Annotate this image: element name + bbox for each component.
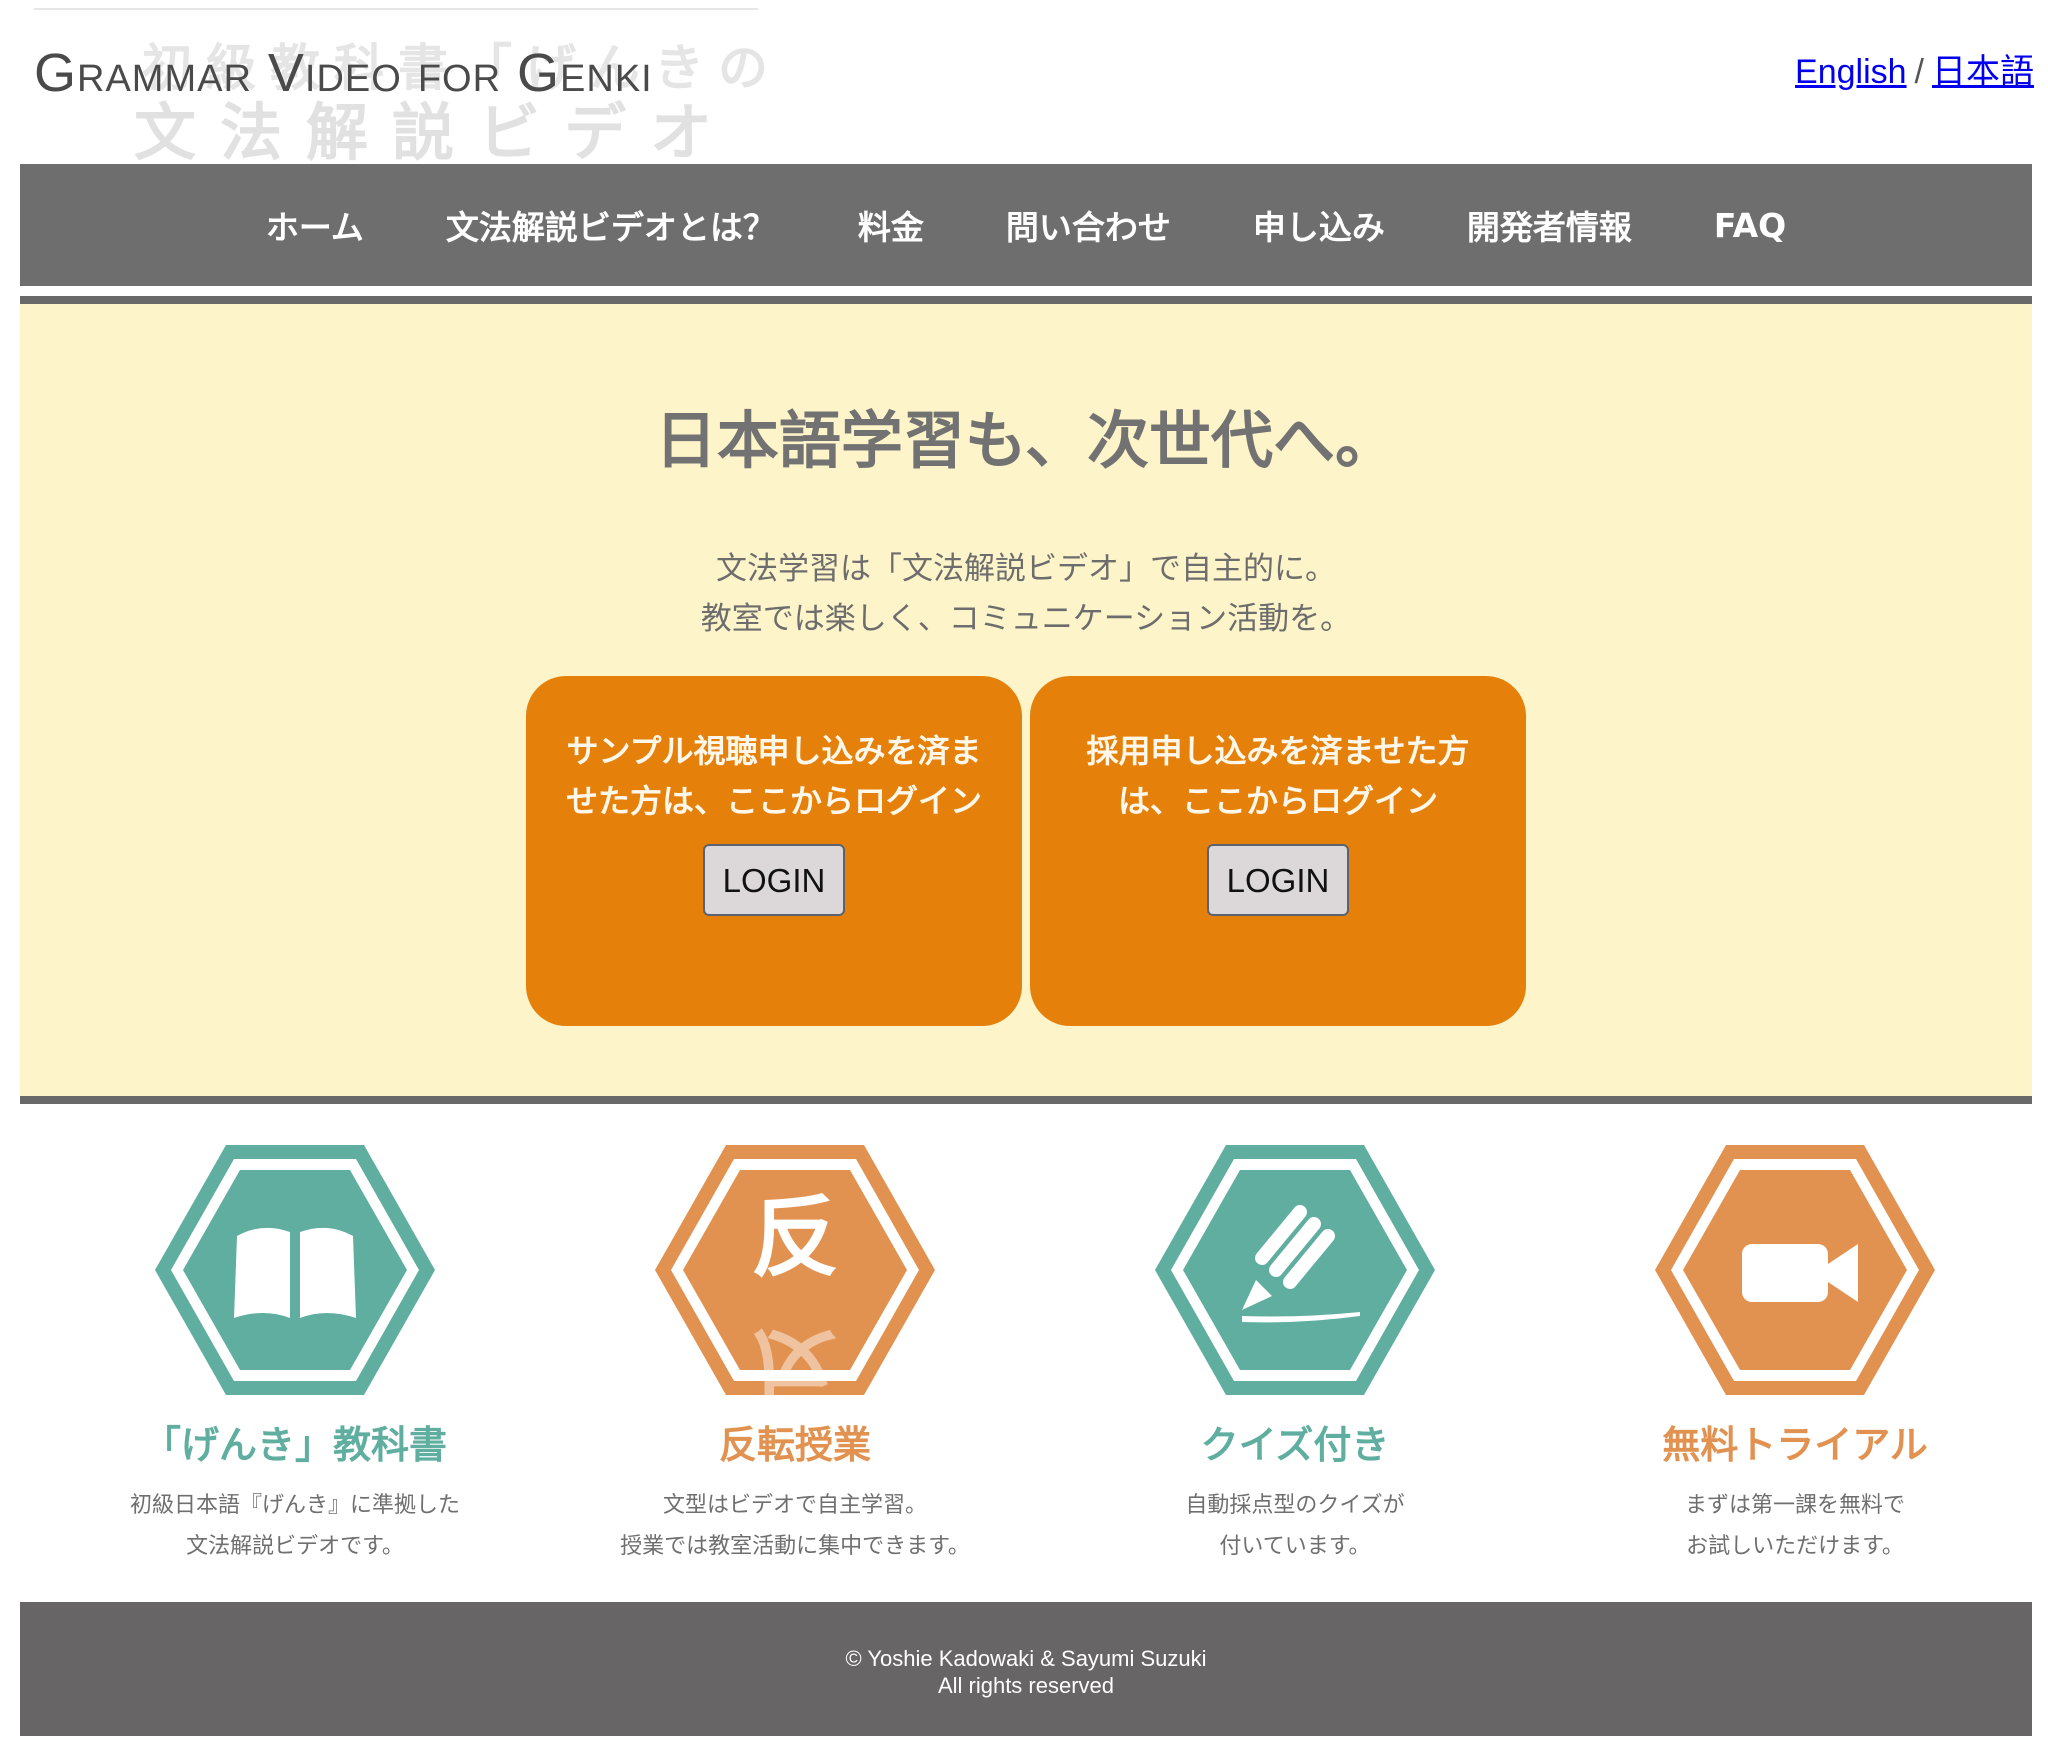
sample-login-text-line-2: せた方は、ここからログイン: [565, 782, 982, 820]
book-icon: [155, 1145, 435, 1395]
feature-desc-trial-line-2: お試しいただけます。: [1686, 1534, 1904, 1559]
logo-top-rule: [34, 8, 758, 10]
lang-english-link[interactable]: English: [1795, 53, 1907, 91]
feature-desc-quiz-line-1: 自動採点型のクイズが: [1185, 1493, 1405, 1518]
lang-japanese-link[interactable]: 日本語: [1932, 53, 2034, 91]
hero-subtitle: 文法学習は「文法解説ビデオ」で自主的に。 教室では楽しく、コミュニケーション活動…: [20, 544, 2032, 644]
nav-item-developers[interactable]: 開発者情報: [1467, 201, 1632, 249]
language-switcher: English / 日本語: [1795, 44, 2034, 93]
lang-separator: /: [1914, 53, 1924, 91]
site-logo[interactable]: 初級教科書「げんきの 文法解説ビデオ Grammar Video for Gen…: [34, 8, 768, 169]
logo-en-text: Grammar Video for Genki: [34, 43, 653, 103]
flip-kanji-icon: 反 反: [655, 1145, 935, 1400]
adoption-login-button[interactable]: LOGIN: [1207, 844, 1349, 916]
nav-item-about[interactable]: 文法解説ビデオとは？: [446, 201, 776, 249]
adoption-login-text-line-1: 採用申し込みを済ませた方: [1086, 732, 1470, 770]
video-camera-icon: [1655, 1145, 1935, 1395]
nav-item-faq[interactable]: FAQ: [1714, 206, 1786, 245]
feature-title-genki: 「げんき」教科書: [142, 1423, 447, 1467]
hero-subtitle-line-2: 教室では楽しく、コミュニケーション活動を。: [700, 601, 1352, 637]
feature-free-trial: 無料トライアル まずは第一課を無料で お試しいただけます。: [1545, 1140, 2045, 1567]
hero-subtitle-line-1: 文法学習は「文法解説ビデオ」で自主的に。: [716, 551, 1336, 587]
feature-desc-trial: まずは第一課を無料で お試しいただけます。: [1545, 1485, 2045, 1567]
feature-desc-trial-line-1: まずは第一課を無料で: [1684, 1493, 1905, 1518]
adoption-login-text: 採用申し込みを済ませた方 は、ここからログイン: [1060, 726, 1496, 826]
hero-title: 日本語学習も、次世代へ。: [654, 404, 1398, 477]
nav-item-home[interactable]: ホーム: [266, 201, 364, 249]
feature-desc-genki-line-2: 文法解説ビデオです。: [186, 1534, 404, 1559]
features-section: 「げんき」教科書 初級日本語『げんき』に準拠した 文法解説ビデオです。 反 反 …: [20, 1140, 2032, 1580]
feature-desc-flipped-line-1: 文型はビデオで自主学習。: [662, 1493, 927, 1518]
feature-flipped-class: 反 反 反転授業 文型はビデオで自主学習。 授業では教室活動に集中できます。: [545, 1140, 1045, 1567]
site-footer: © Yoshie Kadowaki & Sayumi Suzuki All ri…: [20, 1602, 2032, 1736]
nav-item-pricing[interactable]: 料金: [858, 201, 924, 249]
feature-genki-textbook: 「げんき」教科書 初級日本語『げんき』に準拠した 文法解説ビデオです。: [45, 1140, 545, 1567]
sample-login-card: サンプル視聴申し込みを済ま せた方は、ここからログイン LOGIN: [526, 676, 1022, 1026]
footer-copyright: © Yoshie Kadowaki & Sayumi Suzuki: [845, 1646, 1207, 1671]
feature-desc-genki: 初級日本語『げんき』に準拠した 文法解説ビデオです。: [45, 1485, 545, 1567]
pencil-icon: [1155, 1145, 1435, 1395]
adoption-login-card: 採用申し込みを済ませた方 は、ここからログイン LOGIN: [1030, 676, 1526, 1026]
feature-desc-flipped-line-2: 授業では教室活動に集中できます。: [620, 1534, 970, 1559]
feature-title-trial: 無料トライアル: [1662, 1423, 1928, 1467]
flip-kanji-reflection: 反: [751, 1317, 839, 1400]
main-nav: ホーム 文法解説ビデオとは？ 料金 問い合わせ 申し込み 開発者情報 FAQ: [20, 164, 2032, 286]
hero-section: 日本語学習も、次世代へ。 文法学習は「文法解説ビデオ」で自主的に。 教室では楽し…: [20, 296, 2032, 1104]
nav-item-apply[interactable]: 申し込み: [1253, 201, 1385, 249]
sample-login-button[interactable]: LOGIN: [703, 844, 845, 916]
sample-login-text-line-1: サンプル視聴申し込みを済ま: [566, 732, 982, 770]
sample-login-text: サンプル視聴申し込みを済ま せた方は、ここからログイン: [556, 726, 992, 826]
login-cards: サンプル視聴申し込みを済ま せた方は、ここからログイン LOGIN 採用申し込み…: [526, 676, 1526, 1026]
feature-desc-quiz: 自動採点型のクイズが 付いています。: [1045, 1485, 1545, 1567]
nav-gap: [20, 286, 2032, 296]
footer-rights: All rights reserved: [937, 1673, 1115, 1698]
feature-title-quiz: クイズ付き: [1200, 1423, 1390, 1467]
feature-title-flipped: 反転授業: [718, 1423, 871, 1467]
feature-desc-quiz-line-2: 付いています。: [1219, 1534, 1371, 1559]
feature-desc-genki-line-1: 初級日本語『げんき』に準拠した: [129, 1493, 460, 1518]
flip-kanji-glyph: 反: [751, 1186, 839, 1289]
nav-item-contact[interactable]: 問い合わせ: [1006, 201, 1171, 249]
feature-desc-flipped: 文型はビデオで自主学習。 授業では教室活動に集中できます。: [545, 1485, 1045, 1567]
feature-quiz: クイズ付き 自動採点型のクイズが 付いています。: [1045, 1140, 1545, 1567]
adoption-login-text-line-2: は、ここからログイン: [1117, 782, 1438, 820]
